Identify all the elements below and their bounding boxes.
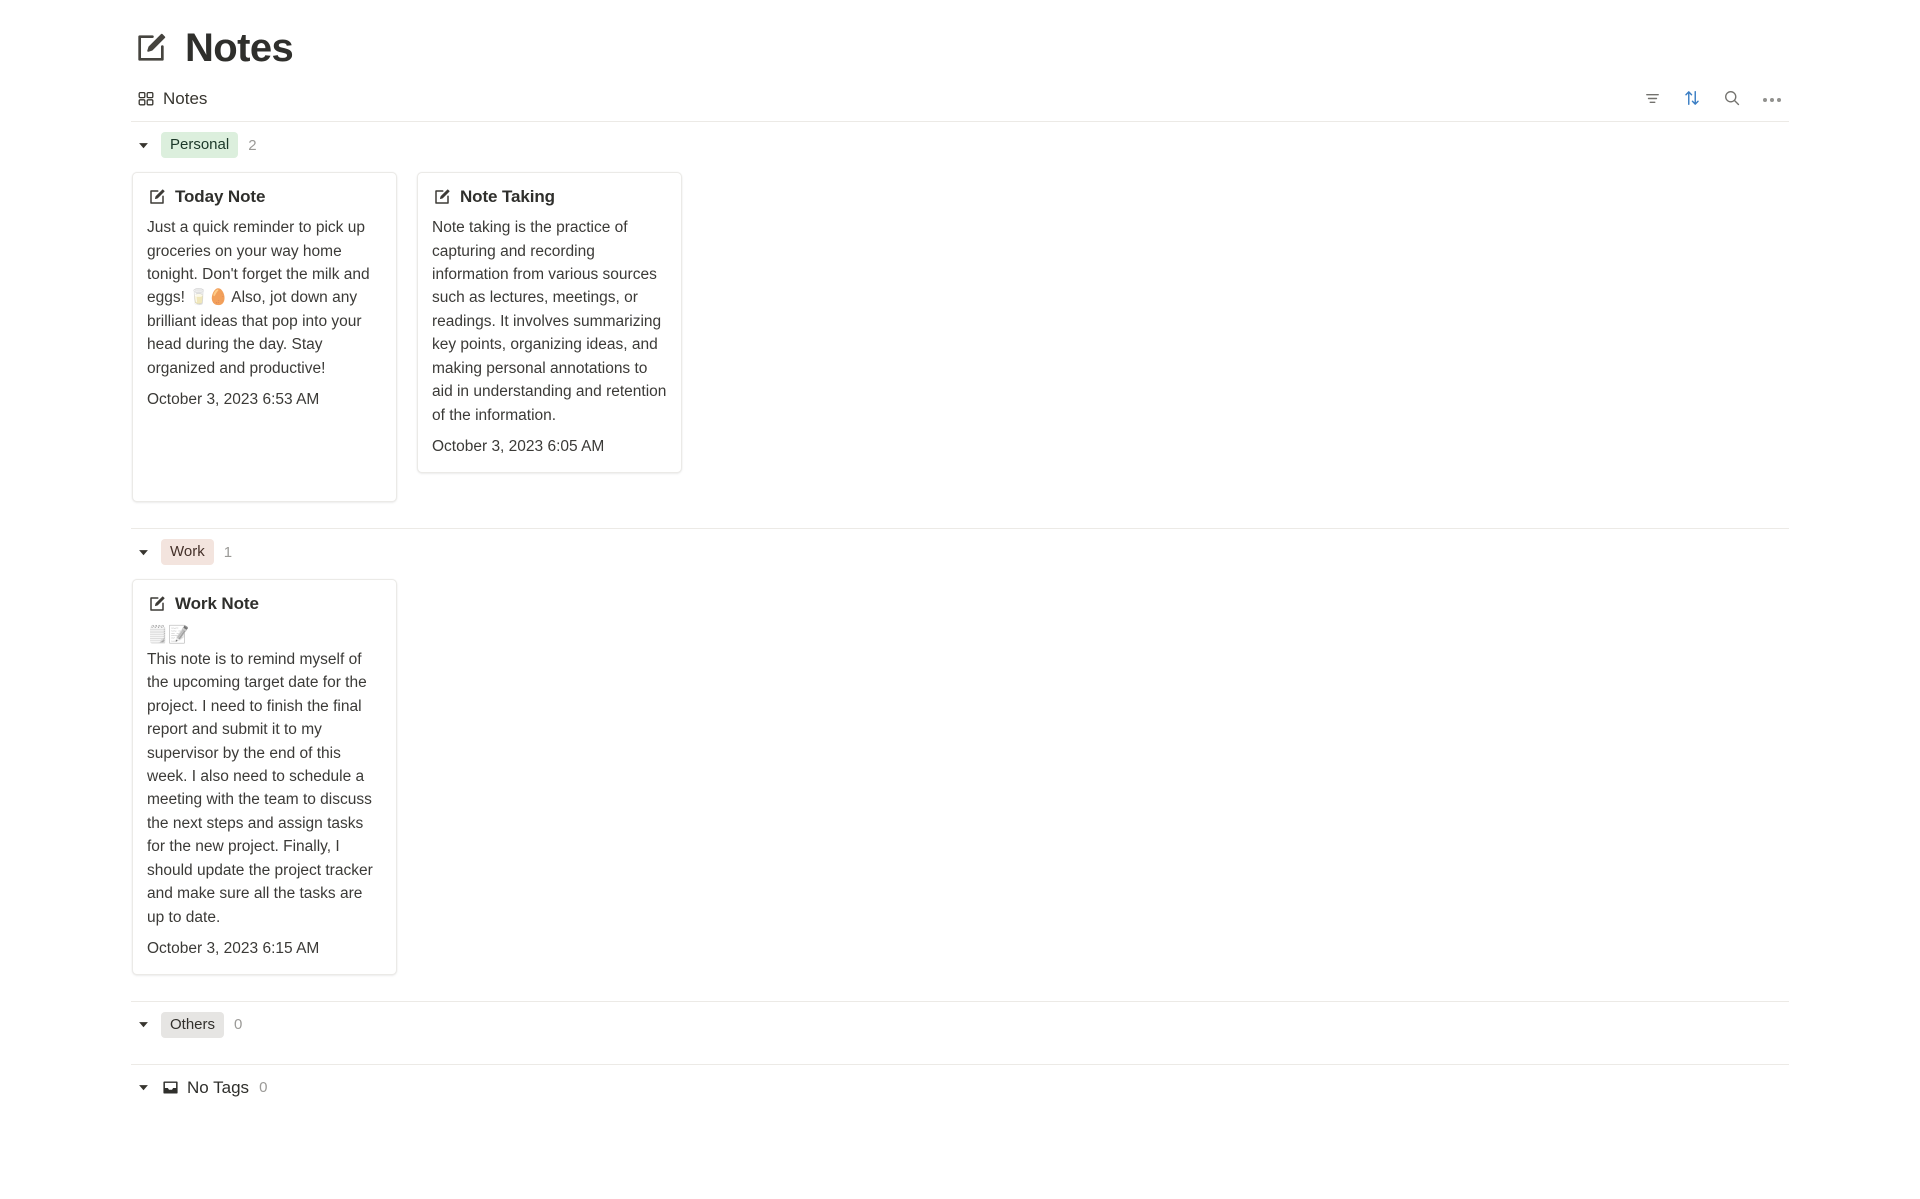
group-tag-others[interactable]: Others	[161, 1011, 225, 1038]
group-count-personal: 2	[248, 136, 257, 154]
gallery-grid-icon	[137, 90, 155, 108]
inbox-icon	[161, 1079, 179, 1097]
card-date: October 3, 2023 6:15 AM	[147, 939, 320, 957]
sort-arrows-icon	[1683, 89, 1701, 110]
card-emoji: 🗒️📝	[147, 625, 190, 645]
chevron-down-icon[interactable]	[135, 137, 151, 153]
card-title-row: Note Taking	[432, 186, 667, 207]
view-bar: Notes	[131, 78, 1789, 122]
cards-personal: Today Note Just a quick reminder to pick…	[131, 168, 1789, 528]
note-edit-icon	[131, 28, 171, 68]
note-card[interactable]: Note Taking Note taking is the practice …	[417, 172, 682, 473]
chevron-down-icon[interactable]	[135, 1080, 151, 1096]
group-count-no-tags: 0	[259, 1079, 268, 1097]
group-header-work: Work 1	[131, 529, 1789, 575]
card-date: October 3, 2023 6:05 AM	[432, 437, 605, 455]
view-tabs: Notes	[131, 86, 213, 112]
chevron-down-icon[interactable]	[135, 544, 151, 560]
card-title: Today Note	[175, 187, 266, 206]
tab-notes-label: Notes	[163, 89, 208, 109]
view-actions	[1639, 87, 1789, 113]
group-tag-personal[interactable]: Personal	[161, 132, 239, 158]
card-body: This note is to remind myself of the upc…	[147, 651, 373, 926]
more-options-button[interactable]	[1759, 87, 1785, 113]
note-card[interactable]: Work Note 🗒️📝 This note is to remind mys…	[132, 579, 397, 975]
tab-notes[interactable]: Notes	[131, 86, 213, 112]
ellipsis-icon	[1763, 97, 1781, 102]
note-edit-icon	[147, 594, 166, 613]
group-count-work: 1	[223, 543, 233, 561]
card-body: Note taking is the practice of capturing…	[432, 219, 667, 424]
search-icon	[1723, 89, 1741, 110]
note-card[interactable]: Today Note Just a quick reminder to pick…	[132, 172, 397, 502]
empty-group-area	[131, 1048, 1789, 1064]
card-title-row: Work Note	[147, 593, 382, 614]
search-button[interactable]	[1719, 87, 1745, 113]
page-title: Notes	[185, 26, 294, 70]
chevron-down-icon[interactable]	[135, 1017, 151, 1033]
group-header-personal: Personal 2	[131, 122, 1789, 168]
group-header-others: Others 0	[131, 1002, 1789, 1048]
group-no-tags: No Tags 0	[131, 1065, 1789, 1111]
sort-button[interactable]	[1679, 87, 1705, 113]
notes-gallery-page: Notes Notes Personal 2 Today Note Just a…	[0, 0, 1920, 1199]
note-edit-icon	[432, 187, 451, 206]
filter-icon	[1644, 90, 1661, 110]
group-header-no-tags: No Tags 0	[131, 1065, 1789, 1111]
page-header: Notes	[0, 0, 1920, 78]
filter-button[interactable]	[1639, 87, 1665, 113]
group-others: Others 0	[131, 1002, 1789, 1064]
card-title-row: Today Note	[147, 186, 382, 207]
group-label-no-tags: No Tags	[187, 1077, 250, 1097]
cards-work: Work Note 🗒️📝 This note is to remind mys…	[131, 575, 1789, 1001]
group-tag-work[interactable]: Work	[161, 539, 214, 565]
note-edit-icon	[147, 187, 166, 206]
card-date: October 3, 2023 6:53 AM	[147, 391, 320, 409]
group-count-others: 0	[234, 1016, 243, 1034]
card-body: Just a quick reminder to pick up groceri…	[147, 219, 370, 377]
group-personal: Personal 2 Today Note Just a quick remin…	[131, 122, 1789, 528]
groups-container: Personal 2 Today Note Just a quick remin…	[0, 122, 1920, 1111]
card-title: Work Note	[175, 594, 259, 613]
group-tag-no-tags[interactable]: No Tags	[161, 1078, 249, 1098]
card-title: Note Taking	[460, 187, 555, 206]
group-work: Work 1 Work Note 🗒️📝 This note is to rem…	[131, 529, 1789, 1001]
